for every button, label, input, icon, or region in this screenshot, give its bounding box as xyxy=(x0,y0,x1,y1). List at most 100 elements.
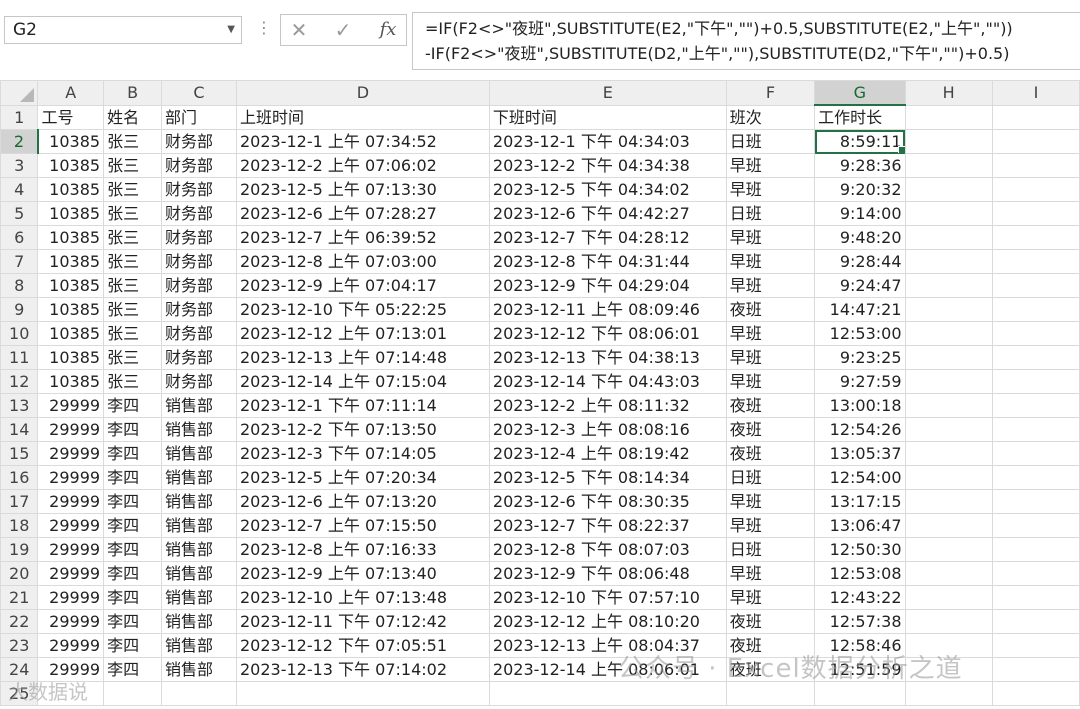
cell-a13[interactable]: 29999 xyxy=(37,393,105,418)
cell-a20[interactable]: 29999 xyxy=(37,561,105,586)
cell-e3[interactable]: 2023-12-2 下午 04:34:38 xyxy=(488,153,727,178)
cell-c15[interactable]: 销售部 xyxy=(161,441,237,466)
row-header[interactable]: 4 xyxy=(0,177,39,202)
cell-c1[interactable]: 部门 xyxy=(161,104,237,130)
cell-e7[interactable]: 2023-12-8 下午 04:31:44 xyxy=(488,249,727,274)
row-header[interactable]: 1 xyxy=(0,104,39,130)
column-header-e[interactable]: E xyxy=(488,80,727,106)
formula-input[interactable]: =IF(F2<>"夜班",SUBSTITUTE(E2,"下午","")+0.5,… xyxy=(412,12,1080,70)
cell-g19[interactable]: 12:50:30 xyxy=(814,537,906,562)
cell-c2[interactable]: 财务部 xyxy=(161,129,237,154)
cell-b13[interactable]: 李四 xyxy=(103,393,163,418)
cell-b8[interactable]: 张三 xyxy=(103,273,163,298)
cell-f13[interactable]: 夜班 xyxy=(725,393,816,418)
cell-f5[interactable]: 日班 xyxy=(725,201,816,226)
cell-i9[interactable] xyxy=(991,297,1080,322)
cell-e22[interactable]: 2023-12-12 上午 08:10:20 xyxy=(488,609,727,634)
cell-c21[interactable]: 销售部 xyxy=(161,585,237,610)
cell-c7[interactable]: 财务部 xyxy=(161,249,237,274)
cell-d12[interactable]: 2023-12-14 上午 07:15:04 xyxy=(235,369,490,394)
cell-h9[interactable] xyxy=(904,297,993,322)
cell-d16[interactable]: 2023-12-5 上午 07:20:34 xyxy=(235,465,490,490)
cell-a10[interactable]: 10385 xyxy=(37,321,105,346)
select-all-corner[interactable] xyxy=(0,80,39,106)
cell-i16[interactable] xyxy=(991,465,1080,490)
cell-b21[interactable]: 李四 xyxy=(103,585,163,610)
cell-c12[interactable]: 财务部 xyxy=(161,369,237,394)
cell-h12[interactable] xyxy=(904,369,993,394)
cell-c11[interactable]: 财务部 xyxy=(161,345,237,370)
column-header-f[interactable]: F xyxy=(725,80,816,106)
cell-i11[interactable] xyxy=(991,345,1080,370)
cell-d8[interactable]: 2023-12-9 上午 07:04:17 xyxy=(235,273,490,298)
cell-b1[interactable]: 姓名 xyxy=(103,104,163,130)
cell-i6[interactable] xyxy=(991,225,1080,250)
cancel-icon[interactable]: ✕ xyxy=(283,17,315,43)
cell-h16[interactable] xyxy=(904,465,993,490)
enter-icon[interactable]: ✓ xyxy=(327,17,359,43)
cell-f2[interactable]: 日班 xyxy=(725,129,816,154)
cell-d6[interactable]: 2023-12-7 上午 06:39:52 xyxy=(235,225,490,250)
column-header-d[interactable]: D xyxy=(235,80,490,106)
cell-d23[interactable]: 2023-12-12 下午 07:05:51 xyxy=(235,633,490,658)
cell-c16[interactable]: 销售部 xyxy=(161,465,237,490)
cell-b24[interactable]: 李四 xyxy=(103,657,163,682)
cell-i19[interactable] xyxy=(991,537,1080,562)
cell-d11[interactable]: 2023-12-13 上午 07:14:48 xyxy=(235,345,490,370)
cell-b19[interactable]: 李四 xyxy=(103,537,163,562)
more-options-icon[interactable]: ⋮ xyxy=(256,18,272,37)
cell-b2[interactable]: 张三 xyxy=(103,129,163,154)
cell-e6[interactable]: 2023-12-7 下午 04:28:12 xyxy=(488,225,727,250)
cell-i4[interactable] xyxy=(991,177,1080,202)
cell-i25[interactable] xyxy=(991,681,1080,706)
cell-c6[interactable]: 财务部 xyxy=(161,225,237,250)
cell-b7[interactable]: 张三 xyxy=(103,249,163,274)
cell-c3[interactable]: 财务部 xyxy=(161,153,237,178)
cell-g16[interactable]: 12:54:00 xyxy=(814,465,906,490)
cell-e1[interactable]: 下班时间 xyxy=(488,104,727,130)
cell-f20[interactable]: 早班 xyxy=(725,561,816,586)
cell-e15[interactable]: 2023-12-4 上午 08:19:42 xyxy=(488,441,727,466)
cell-i10[interactable] xyxy=(991,321,1080,346)
cell-i20[interactable] xyxy=(991,561,1080,586)
cell-e16[interactable]: 2023-12-5 下午 08:14:34 xyxy=(488,465,727,490)
cell-b9[interactable]: 张三 xyxy=(103,297,163,322)
cell-h10[interactable] xyxy=(904,321,993,346)
cell-g25[interactable] xyxy=(814,681,906,706)
cell-f8[interactable]: 早班 xyxy=(725,273,816,298)
cell-a23[interactable]: 29999 xyxy=(37,633,105,658)
cell-a7[interactable]: 10385 xyxy=(37,249,105,274)
cell-e2[interactable]: 2023-12-1 下午 04:34:03 xyxy=(488,129,727,154)
cell-a12[interactable]: 10385 xyxy=(37,369,105,394)
row-header[interactable]: 11 xyxy=(0,345,39,370)
cell-g7[interactable]: 9:28:44 xyxy=(814,249,906,274)
cell-g12[interactable]: 9:27:59 xyxy=(814,369,906,394)
cell-b15[interactable]: 李四 xyxy=(103,441,163,466)
cell-i23[interactable] xyxy=(991,633,1080,658)
cell-e25[interactable] xyxy=(488,681,727,706)
cell-g13[interactable]: 13:00:18 xyxy=(814,393,906,418)
cell-c5[interactable]: 财务部 xyxy=(161,201,237,226)
cell-g10[interactable]: 12:53:00 xyxy=(814,321,906,346)
cell-g17[interactable]: 13:17:15 xyxy=(814,489,906,514)
cell-a6[interactable]: 10385 xyxy=(37,225,105,250)
cell-e10[interactable]: 2023-12-12 下午 08:06:01 xyxy=(488,321,727,346)
row-header[interactable]: 3 xyxy=(0,153,39,178)
cell-a4[interactable]: 10385 xyxy=(37,177,105,202)
row-header[interactable]: 9 xyxy=(0,297,39,322)
cell-i7[interactable] xyxy=(991,249,1080,274)
row-header[interactable]: 5 xyxy=(0,201,39,226)
cell-c8[interactable]: 财务部 xyxy=(161,273,237,298)
cell-f3[interactable]: 早班 xyxy=(725,153,816,178)
cell-b22[interactable]: 李四 xyxy=(103,609,163,634)
cell-f25[interactable] xyxy=(725,681,816,706)
cell-h2[interactable] xyxy=(904,129,993,154)
fill-handle[interactable] xyxy=(897,146,904,153)
cell-e14[interactable]: 2023-12-3 上午 08:08:16 xyxy=(488,417,727,442)
cell-e20[interactable]: 2023-12-9 下午 08:06:48 xyxy=(488,561,727,586)
cell-d17[interactable]: 2023-12-6 上午 07:13:20 xyxy=(235,489,490,514)
cell-f9[interactable]: 夜班 xyxy=(725,297,816,322)
cell-a22[interactable]: 29999 xyxy=(37,609,105,634)
cell-i1[interactable] xyxy=(991,104,1080,130)
cell-c4[interactable]: 财务部 xyxy=(161,177,237,202)
